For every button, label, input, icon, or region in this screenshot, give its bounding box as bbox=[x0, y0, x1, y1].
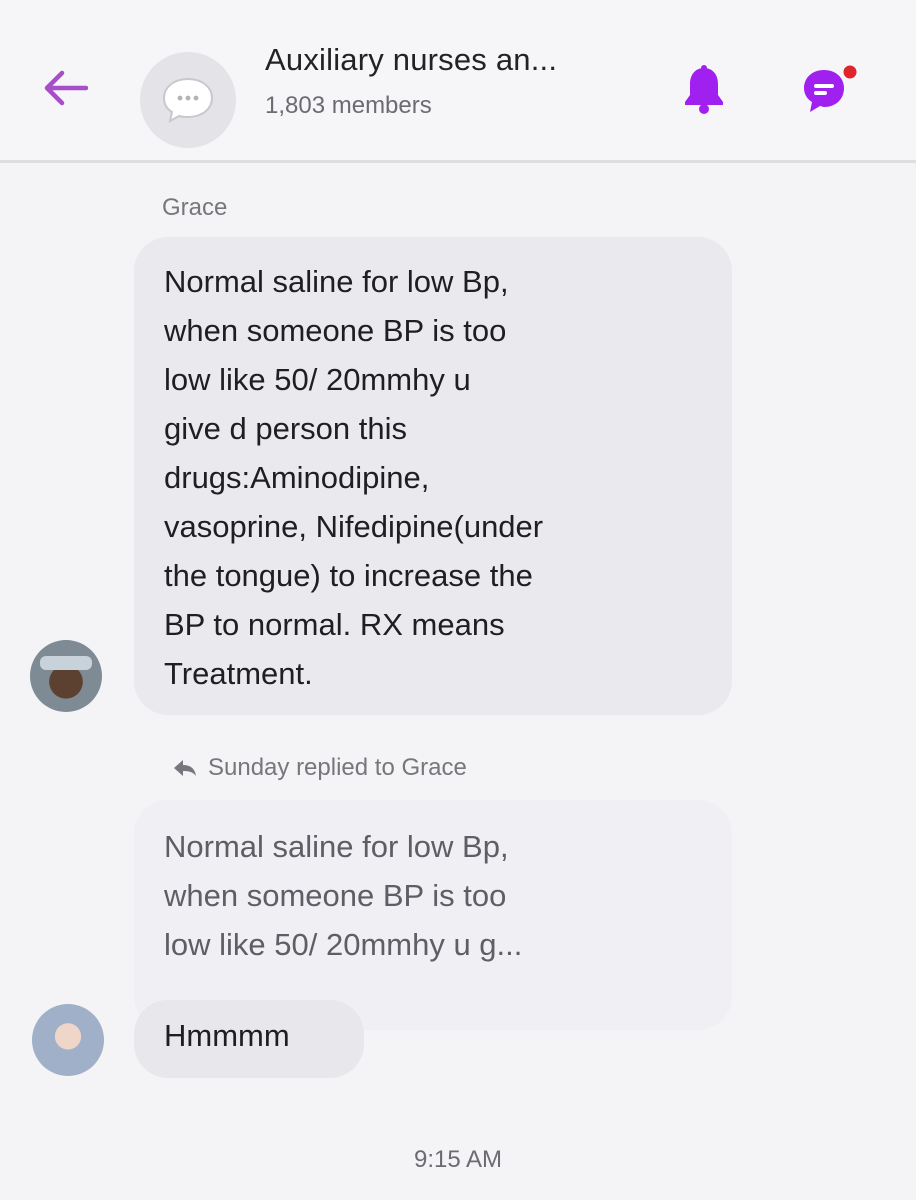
reply-indicator-text: Sunday replied to Grace bbox=[208, 754, 467, 781]
notification-dot bbox=[840, 62, 860, 82]
messenger-icon bbox=[804, 62, 860, 112]
notifications-button[interactable] bbox=[676, 62, 732, 118]
avatar[interactable] bbox=[30, 640, 102, 712]
group-avatar[interactable] bbox=[140, 52, 236, 148]
arrow-left-icon bbox=[44, 70, 88, 106]
member-count[interactable]: 1,803 members bbox=[265, 92, 432, 120]
back-button[interactable] bbox=[34, 62, 96, 114]
reply-indicator: Sunday replied to Grace bbox=[172, 754, 467, 782]
reply-icon bbox=[174, 760, 196, 776]
message-text: Hmmmm bbox=[164, 1018, 290, 1053]
quoted-message[interactable]: Normal saline for low Bp, when someone B… bbox=[134, 800, 732, 1030]
message-text: Normal saline for low Bp, when someone B… bbox=[164, 264, 544, 691]
message-timestamp: 9:15 AM bbox=[413, 1146, 503, 1173]
group-title[interactable]: Auxiliary nurses an... bbox=[265, 42, 557, 78]
quoted-text: Normal saline for low Bp, when someone B… bbox=[164, 829, 523, 962]
message-bubble[interactable]: Hmmmm bbox=[134, 1000, 364, 1078]
chat-header: Auxiliary nurses an... 1,803 members bbox=[0, 0, 916, 163]
bell-icon bbox=[685, 65, 723, 114]
avatar[interactable] bbox=[32, 1004, 104, 1076]
chat-bubble-icon bbox=[162, 77, 214, 123]
group-chats-button[interactable] bbox=[796, 58, 866, 128]
sender-name: Grace bbox=[162, 194, 228, 221]
message-bubble[interactable]: Normal saline for low Bp, when someone B… bbox=[134, 237, 732, 715]
